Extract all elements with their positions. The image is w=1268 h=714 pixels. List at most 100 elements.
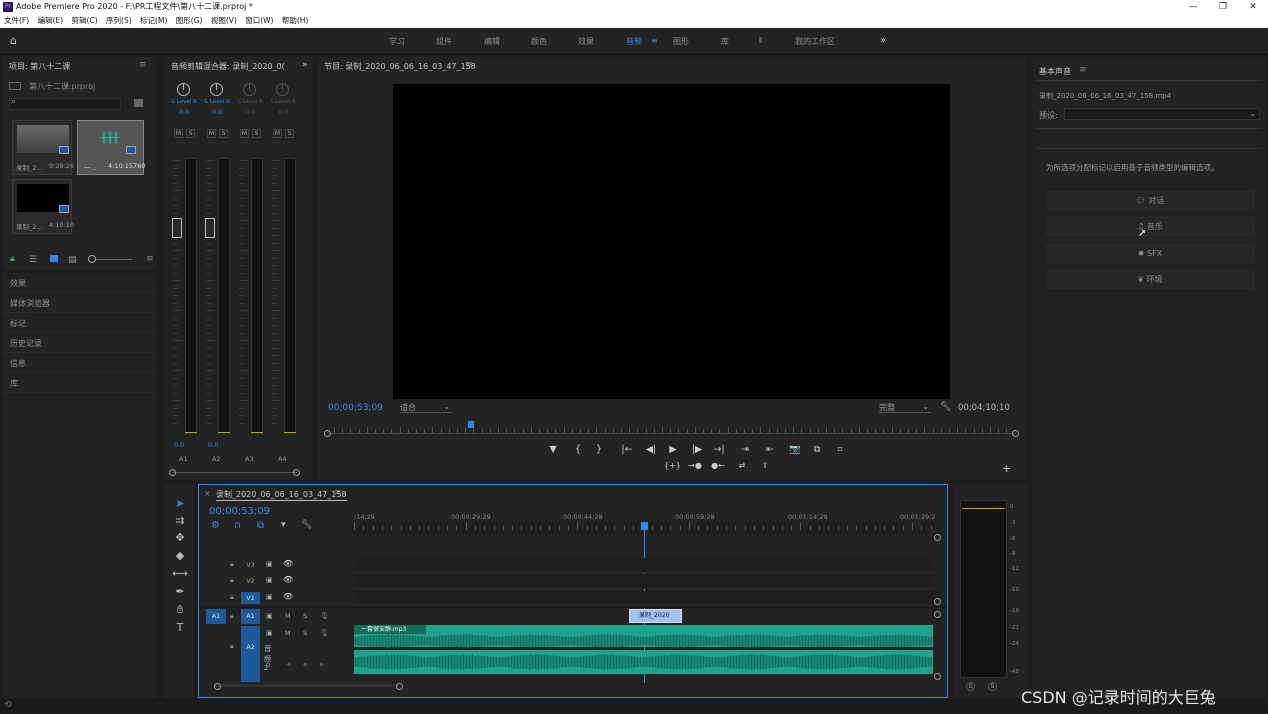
extract-button[interactable]: ⇤ [763,444,777,455]
menu-view[interactable]: 视图(V) [211,16,237,25]
insert-button[interactable]: {+} [664,461,681,470]
freeform-view-icon[interactable]: ▤ [68,255,77,265]
video-track-label[interactable]: V2 [241,575,260,587]
go-to-in-button[interactable]: |← [620,444,634,455]
selection-tool-icon[interactable]: ➤ [172,497,188,511]
go-to-out-button[interactable]: →| [712,444,726,455]
button-editor-button[interactable]: ⧉ [810,444,824,455]
timeline-hscroll-track[interactable] [214,684,399,687]
settings-wrench-icon[interactable]: 🔧︎ [940,402,951,412]
lift-button[interactable]: ⇥ [738,444,752,455]
panel-history[interactable]: 历史记录 [3,334,153,353]
ws-learn[interactable]: 学习 [389,36,405,47]
ws-my-workspace[interactable]: 我的工作区 [795,36,835,47]
overwrite-button[interactable]: →● [688,461,702,470]
timeline-settings-icon[interactable]: 🔧︎ [301,520,312,530]
program-menu-icon[interactable]: ≡ [465,60,473,70]
export-frame-button[interactable]: 📷 [788,444,802,455]
audio-track-label[interactable]: A1 [241,609,260,624]
menu-help[interactable]: 帮助(H) [282,16,309,25]
solo-button[interactable]: S [252,129,261,138]
menu-graphics[interactable]: 图形(G) [176,16,203,25]
remove-button[interactable]: ●← [711,461,725,470]
track-lock-icon[interactable]: 🔒︎ [230,612,234,621]
track-lock-icon[interactable]: 🔒︎ [230,560,234,569]
ws-libraries[interactable]: 库 [721,36,729,47]
project-item-3[interactable]: 录制_2... 4:10:10 [12,179,74,234]
lock-icon[interactable]: 🔒︎ [10,254,15,264]
sequence-tab[interactable]: 录制_2020_06_06_16_03_47_158 [216,489,347,501]
preset-dropdown[interactable]: ⌄ [1064,108,1260,120]
track-lock-icon[interactable]: 🔒︎ [230,593,234,602]
ws-audio[interactable]: 音频 [626,36,642,47]
mute-button[interactable]: M [207,129,216,138]
hand-tool-icon[interactable]: ✋︎ [172,603,188,617]
quality-dropdown[interactable]: 完整 ⌄ [879,402,931,413]
trim-monitor-button[interactable]: ⇄ [735,461,749,470]
keyframe-next-icon[interactable]: ▶ [320,661,325,668]
eye-icon[interactable]: 👁︎ [283,575,293,584]
maximize-button[interactable]: ❐ [1208,0,1238,14]
menu-window[interactable]: 窗口(W) [245,16,273,25]
mic-icon[interactable]: 🎙︎ [320,629,329,637]
source-patch-a1[interactable]: A1 [206,609,226,624]
pan-value[interactable]: 0.0 [212,108,222,116]
vscroll-bottom-handle[interactable] [934,598,941,605]
add-marker-button[interactable]: ▼ [546,444,560,455]
scrub-end-handle[interactable] [1012,430,1019,437]
list-view-icon[interactable]: ☰ [29,255,37,265]
video-audio-divider[interactable] [199,606,947,608]
audio-vscroll-bottom-handle[interactable] [934,673,941,680]
pen-tool-icon[interactable]: ✒ [172,585,188,599]
solo-icon[interactable]: S [303,629,307,637]
project-item-1[interactable]: 录制_2... 9:28:26 [12,120,74,175]
keyframe-prev-icon[interactable]: ◀ [286,661,291,668]
close-sequence-tab-icon[interactable]: × [204,489,211,498]
hscroll-right-handle[interactable] [396,683,403,690]
type-tool-icon[interactable]: T [172,621,188,635]
dialogue-button[interactable]: 💬︎ 对话 [1046,191,1254,210]
snap-icon[interactable]: ∩ [234,520,241,531]
mark-out-button[interactable]: } [592,444,606,455]
menu-clip[interactable]: 剪辑(C) [72,16,98,25]
track-lock-icon[interactable]: 🔒︎ [230,642,234,651]
mixer-scroll-right-handle[interactable] [293,469,300,476]
step-forward-button[interactable]: |▶ [690,444,704,455]
track-output-icon[interactable]: ▣ [266,612,273,620]
track-lock-icon[interactable]: 🔒︎ [230,576,234,585]
pan-value[interactable]: 0.0 [245,108,255,116]
linked-selection-icon[interactable]: ⧉ [257,520,264,531]
audio-vscroll-top-handle[interactable] [934,611,941,618]
volume-fader[interactable] [172,218,182,238]
sfx-button[interactable]: ✸ SFX [1046,244,1254,263]
program-playhead[interactable] [468,421,474,428]
ws-effects[interactable]: 效果 [578,36,594,47]
video-track-label[interactable]: V1 [241,592,260,604]
mute-icon[interactable]: M [285,629,291,637]
audio-track-label[interactable]: A2 [241,626,260,682]
pan-value[interactable]: 0.0 [278,108,288,116]
panel-info[interactable]: 信息 [3,354,153,373]
solo-right-button[interactable]: S [988,682,997,691]
ambience-button[interactable]: ❦ 环境 [1046,270,1254,289]
ripple-edit-tool-icon[interactable]: ✥ [172,531,188,545]
icon-view-icon[interactable] [50,255,58,262]
nest-toggle-icon[interactable]: ⚙︎ [211,520,220,531]
eye-icon[interactable]: 👁︎ [283,592,293,601]
ws-assembly[interactable]: 组件 [436,36,452,47]
volume-fader[interactable] [205,218,215,238]
solo-icon[interactable]: S [303,612,307,620]
mute-icon[interactable]: M [285,612,291,620]
mute-button[interactable]: M [273,129,282,138]
mark-in-button[interactable]: { [571,444,585,455]
mute-button[interactable]: M [240,129,249,138]
step-back-button[interactable]: ◀| [644,444,658,455]
eye-icon[interactable]: 👁︎ [283,559,293,568]
mixer-hscroll[interactable] [173,472,297,473]
video-track-label[interactable]: V3 [241,559,260,571]
new-bin-icon[interactable] [134,99,143,107]
menu-sequence[interactable]: 序列(S) [106,16,132,25]
minimize-button[interactable]: — [1178,0,1208,14]
menu-marker[interactable]: 标记(M) [140,16,167,25]
solo-left-button[interactable]: S [966,682,975,691]
